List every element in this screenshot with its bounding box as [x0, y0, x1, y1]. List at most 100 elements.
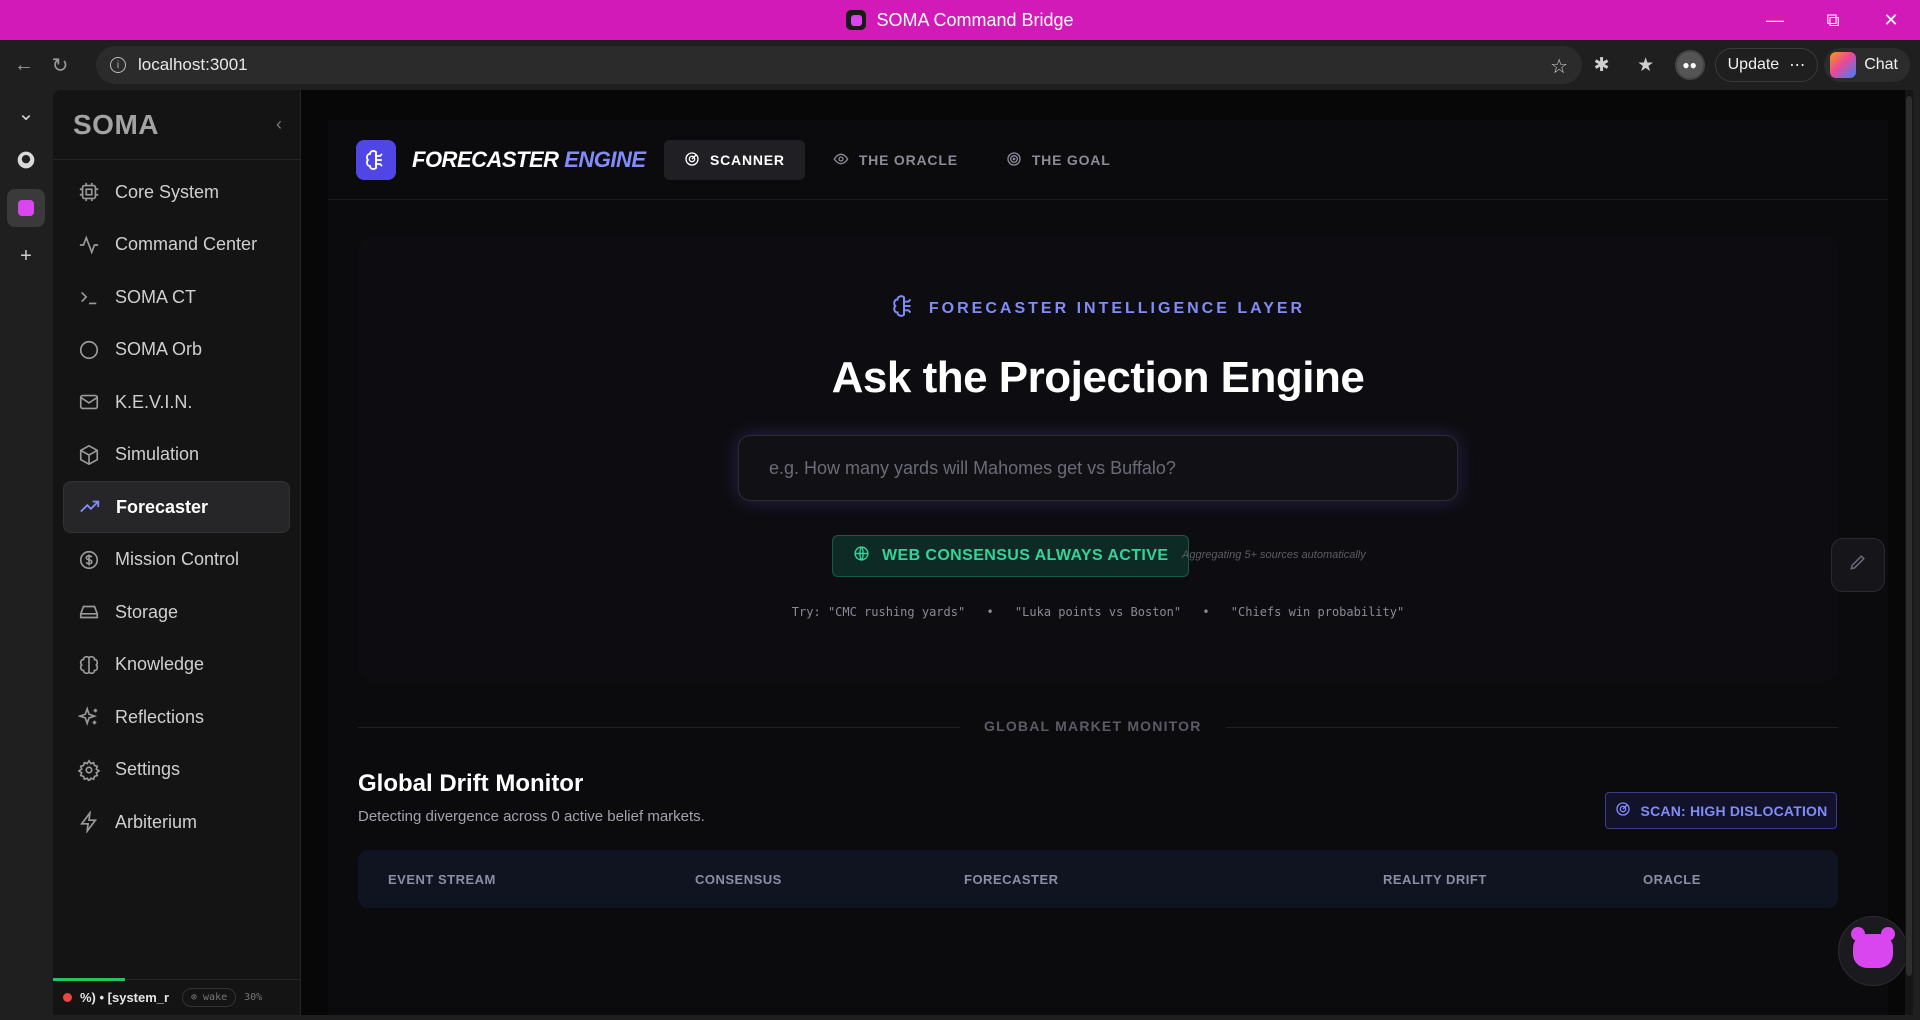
- radar-icon: [684, 151, 700, 170]
- sidebar-item-forecaster[interactable]: Forecaster: [63, 481, 290, 533]
- example-queries: Try: "CMC rushing yards" • "Luka points …: [358, 605, 1838, 619]
- sidebar-item-label: Reflections: [115, 706, 205, 727]
- mail-icon: [77, 390, 101, 414]
- forecaster-panel: FORECASTER ENGINE SCANNER THE ORACLE THE…: [328, 120, 1908, 1015]
- title-main: FORECASTER: [412, 146, 559, 172]
- edit-pencil-button[interactable]: [1831, 538, 1885, 592]
- web-consensus-badge[interactable]: WEB CONSENSUS ALWAYS ACTIVE: [832, 535, 1190, 577]
- site-info-icon[interactable]: i: [110, 57, 126, 73]
- sidebar-brand: SOMA: [73, 108, 159, 140]
- projection-query-input[interactable]: e.g. How many yards will Mahomes get vs …: [738, 435, 1458, 501]
- more-icon: ⋯: [1789, 57, 1806, 74]
- sidebar-item-soma-ct[interactable]: SOMA CT: [63, 271, 290, 323]
- sidebar-item-kevin[interactable]: K.E.V.I.N.: [63, 376, 290, 428]
- sidebar-item-simulation[interactable]: Simulation: [63, 429, 290, 481]
- tab-actions-chevron-icon[interactable]: ⌄: [0, 90, 52, 136]
- sidebar-item-label: Storage: [115, 601, 179, 622]
- app-frame: SOMA ‹ Core System Command Center SOMA C…: [53, 90, 1913, 1015]
- collapse-chevron-icon[interactable]: ‹: [276, 114, 282, 135]
- sidebar-item-label: SOMA CT: [115, 286, 197, 307]
- main-scrollbar[interactable]: [1905, 90, 1913, 1015]
- update-button[interactable]: Update ⋯: [1714, 48, 1819, 82]
- terminal-icon: [77, 285, 101, 309]
- globe-icon: [853, 545, 870, 567]
- tab-label: THE GOAL: [1031, 152, 1111, 168]
- extensions-icon[interactable]: ✱: [1583, 46, 1621, 84]
- column-header[interactable]: CONSENSUS: [695, 872, 782, 887]
- tab-the-oracle[interactable]: THE ORACLE: [813, 140, 978, 180]
- new-tab-plus-icon[interactable]: +: [0, 232, 52, 280]
- copilot-chat-button[interactable]: Chat: [1824, 48, 1910, 82]
- trending-up-icon: [78, 495, 102, 519]
- github-tab-icon[interactable]: [0, 136, 52, 184]
- sparkles-icon: [77, 705, 101, 729]
- sidebar-item-label: SOMA Orb: [115, 339, 203, 359]
- close-icon[interactable]: ✕: [1862, 0, 1920, 40]
- main-content: FORECASTER ENGINE SCANNER THE ORACLE THE…: [301, 90, 1913, 1015]
- soma-tab-icon[interactable]: [0, 184, 52, 232]
- sidebar-item-core-system[interactable]: Core System: [63, 166, 290, 218]
- status-progress-bar: [53, 978, 125, 981]
- copilot-icon: [1830, 52, 1857, 78]
- status-dot: [63, 993, 72, 1002]
- window-titlebar: SOMA Command Bridge — ⧉ ✕: [0, 0, 1920, 40]
- scan-button-label: SCAN: HIGH DISLOCATION: [1640, 802, 1828, 819]
- minimize-icon[interactable]: —: [1746, 0, 1804, 40]
- sidebar: SOMA ‹ Core System Command Center SOMA C…: [53, 90, 301, 1015]
- column-header[interactable]: ORACLE: [1643, 872, 1701, 887]
- sidebar-item-reflections[interactable]: Reflections: [63, 691, 290, 743]
- column-header[interactable]: EVENT STREAM: [388, 872, 496, 887]
- reload-icon[interactable]: ↻: [42, 47, 78, 83]
- sidebar-nav: Core System Command Center SOMA CT SOMA …: [53, 160, 300, 855]
- sidebar-item-settings[interactable]: Settings: [63, 744, 290, 796]
- pencil-icon: [1848, 552, 1868, 578]
- dollar-circle-icon: [77, 548, 101, 572]
- sidebar-item-label: Forecaster: [116, 496, 209, 517]
- kicker-text: FORECASTER INTELLIGENCE LAYER: [928, 299, 1306, 317]
- hard-drive-icon: [77, 600, 101, 624]
- window-controls: — ⧉ ✕: [1746, 0, 1920, 40]
- status-percent: 30%: [244, 992, 263, 1003]
- back-arrow-icon[interactable]: ←: [6, 47, 42, 83]
- sidebar-item-storage[interactable]: Storage: [63, 586, 290, 638]
- sidebar-item-label: Core System: [115, 181, 220, 202]
- browser-toolbar: ← ↻ i localhost:3001 ☆ ✱ ★ ●● Update ⋯ C…: [0, 40, 1920, 90]
- profile-avatar[interactable]: ●●: [1671, 46, 1709, 84]
- window-title: SOMA Command Bridge: [846, 9, 1074, 31]
- address-bar[interactable]: i localhost:3001 ☆: [96, 46, 1582, 84]
- sidebar-item-soma-orb[interactable]: SOMA Orb: [63, 324, 290, 376]
- wake-badge[interactable]: ⊚ wake: [182, 988, 237, 1007]
- sidebar-item-label: Settings: [115, 759, 181, 779]
- sidebar-item-command-center[interactable]: Command Center: [63, 219, 290, 271]
- example-query[interactable]: "Luka points vs Boston": [1015, 605, 1181, 619]
- sidebar-item-label: Simulation: [115, 444, 200, 464]
- update-label: Update: [1727, 56, 1780, 73]
- soma-assistant-button[interactable]: [1838, 916, 1908, 986]
- example-query[interactable]: "Chiefs win probability": [1231, 605, 1404, 619]
- tab-scanner[interactable]: SCANNER: [664, 140, 805, 180]
- forecaster-header: FORECASTER ENGINE SCANNER THE ORACLE THE…: [328, 120, 1888, 200]
- sidebar-item-knowledge[interactable]: Knowledge: [63, 639, 290, 691]
- sidebar-status-footer: %) • [system_r ⊚ wake 30%: [53, 978, 301, 1015]
- activity-icon: [77, 233, 101, 257]
- divider-label: GLOBAL MARKET MONITOR: [960, 718, 1226, 734]
- chat-label: Chat: [1864, 56, 1898, 73]
- window-title-text: SOMA Command Bridge: [876, 9, 1074, 30]
- hero-heading: Ask the Projection Engine: [831, 353, 1365, 402]
- restore-icon[interactable]: ⧉: [1804, 0, 1862, 40]
- sidebar-item-arbiterium[interactable]: Arbiterium: [63, 796, 290, 848]
- tab-the-goal[interactable]: THE GOAL: [986, 140, 1131, 180]
- column-header[interactable]: FORECASTER: [964, 872, 1059, 887]
- brain-circuit-logo-icon: [356, 139, 396, 180]
- scan-high-dislocation-button[interactable]: SCAN: HIGH DISLOCATION: [1605, 792, 1837, 829]
- favorite-star-icon[interactable]: ☆: [1550, 54, 1568, 79]
- favorites-icon[interactable]: ★: [1627, 46, 1665, 84]
- gear-icon: [77, 758, 101, 782]
- example-query[interactable]: "CMC rushing yards": [828, 605, 965, 619]
- url-text: localhost:3001: [138, 55, 248, 74]
- sidebar-item-mission-control[interactable]: Mission Control: [63, 534, 290, 586]
- column-header[interactable]: REALITY DRIFT: [1383, 872, 1487, 887]
- title-accent: ENGINE: [564, 146, 646, 172]
- tab-label: THE ORACLE: [858, 152, 958, 168]
- drift-monitor-title: Global Drift Monitor: [358, 770, 584, 797]
